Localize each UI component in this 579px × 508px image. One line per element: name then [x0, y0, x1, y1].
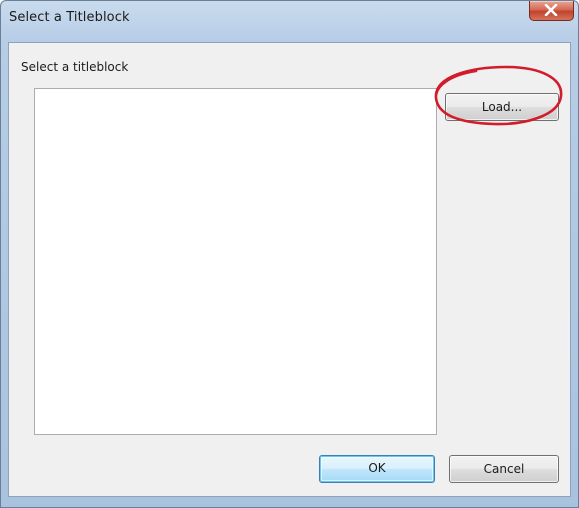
cancel-button[interactable]: Cancel	[449, 455, 559, 483]
title-bar[interactable]: Select a Titleblock	[1, 1, 578, 35]
ok-button[interactable]: OK	[319, 455, 435, 483]
titleblock-list[interactable]	[34, 88, 437, 435]
prompt-label: Select a titleblock	[21, 60, 129, 74]
close-icon	[544, 4, 558, 16]
load-button[interactable]: Load...	[445, 93, 559, 121]
dialog-body: Select a titleblock Load... OK Cancel	[8, 42, 571, 497]
close-button[interactable]	[529, 1, 574, 21]
dialog-window: Select a Titleblock Select a titleblock …	[0, 0, 579, 508]
window-title: Select a Titleblock	[9, 10, 130, 25]
